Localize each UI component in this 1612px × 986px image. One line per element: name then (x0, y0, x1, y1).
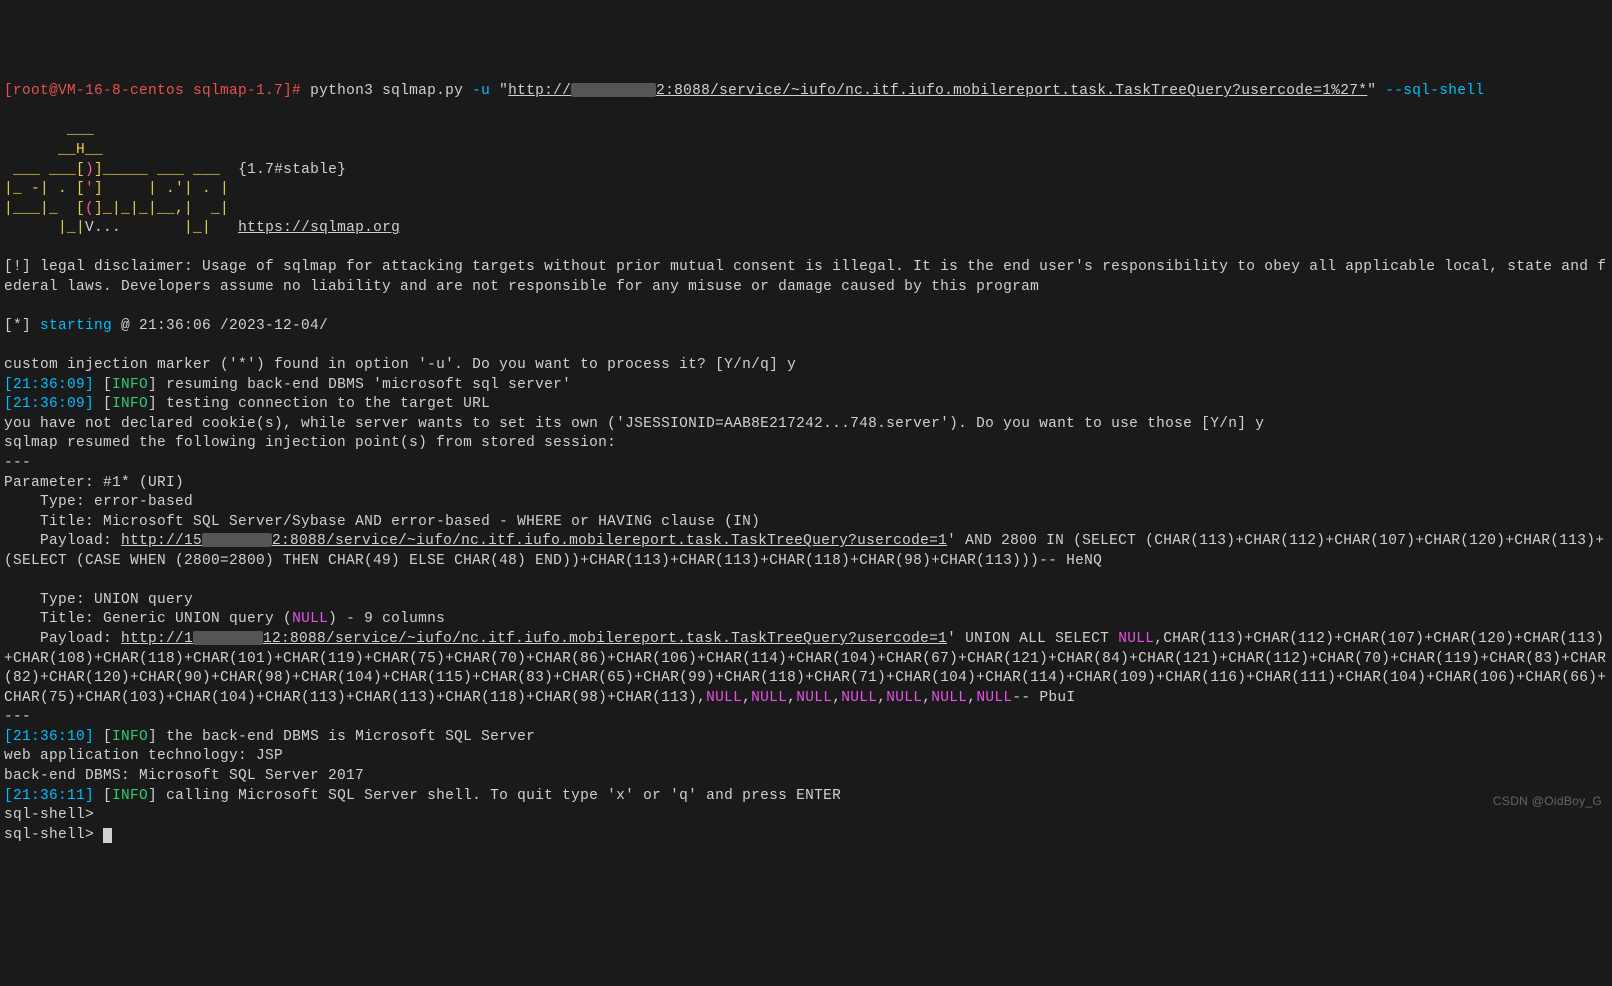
null-keyword: NULL (706, 690, 742, 706)
ascii-logo-accent: ' (85, 181, 94, 197)
payload-end: -- PbuI (1012, 690, 1075, 706)
version-label: {1.7#stable} (220, 162, 346, 178)
resumed-msg: sqlmap resumed the following injection p… (4, 435, 616, 451)
calling-shell: calling Microsoft SQL Server shell. To q… (157, 788, 841, 804)
cookie-prompt: you have not declared cookie(s), while s… (4, 416, 1264, 432)
payload-url: http://112:8088/service/~iufo/nc.itf.iuf… (121, 631, 947, 647)
ascii-logo-line: |___|_ [ (4, 201, 85, 217)
separator: --- (4, 455, 31, 471)
info-tag: INFO (112, 396, 148, 412)
ascii-logo-line: ___ ___[ (4, 162, 85, 178)
command-text: python3 sqlmap.py (310, 83, 472, 99)
null-keyword: NULL (886, 690, 922, 706)
timestamp: [21:36:10] (4, 729, 94, 745)
payload-label: Payload: (4, 631, 121, 647)
flag-sql-shell: --sql-shell (1385, 83, 1484, 99)
starting-time: @ 21:36:06 /2023-12-04/ (112, 318, 328, 334)
watermark: CSDN @OidBoy_G (1493, 793, 1602, 809)
ascii-logo-accent: ) (85, 162, 94, 178)
title-union-a: Title: Generic UNION query ( (4, 611, 292, 627)
info-tag: INFO (112, 377, 148, 393)
null-keyword: NULL (292, 611, 328, 627)
title-error-based: Title: Microsoft SQL Server/Sybase AND e… (4, 514, 760, 530)
ascii-logo-line: ] | .'| . | (94, 181, 229, 197)
separator: --- (4, 709, 31, 725)
log-resuming: resuming back-end DBMS 'microsoft sql se… (157, 377, 571, 393)
parameter-line: Parameter: #1* (URI) (4, 475, 184, 491)
log-testing: testing connection to the target URL (157, 396, 490, 412)
ascii-logo-line: ]_|_|_|__,| _| (94, 201, 229, 217)
custom-marker-prompt: custom injection marker ('*') found in o… (4, 357, 796, 373)
type-union: Type: UNION query (4, 592, 193, 608)
shell-prompt: [root@VM-16-8-centos sqlmap-1.7]# (4, 83, 310, 99)
info-tag: INFO (112, 788, 148, 804)
null-keyword: NULL (751, 690, 787, 706)
backend-msg: the back-end DBMS is Microsoft SQL Serve… (157, 729, 535, 745)
timestamp: [21:36:09] (4, 377, 94, 393)
null-keyword: NULL (931, 690, 967, 706)
starting-label: starting (40, 318, 112, 334)
null-keyword: NULL (976, 690, 1012, 706)
payload-union-a: ' UNION ALL SELECT (947, 631, 1118, 647)
timestamp: [21:36:11] (4, 788, 94, 804)
target-url: http://2:8088/service/~iufo/nc.itf.iufo.… (508, 83, 1367, 99)
ascii-logo-line: __H__ (4, 142, 103, 158)
null-keyword: NULL (841, 690, 877, 706)
terminal-output[interactable]: [root@VM-16-8-centos sqlmap-1.7]# python… (4, 82, 1608, 845)
ascii-logo-line: |_| (121, 220, 238, 236)
disclaimer-text: [!] legal disclaimer: Usage of sqlmap fo… (4, 259, 1606, 295)
cursor (103, 828, 112, 843)
payload-url: http://152:8088/service/~iufo/nc.itf.iuf… (121, 533, 947, 549)
title-union-b: ) - 9 columns (328, 611, 445, 627)
sql-shell-prompt[interactable]: sql-shell> (4, 827, 103, 843)
webapp-tech: web application technology: JSP (4, 748, 283, 764)
info-tag: INFO (112, 729, 148, 745)
ascii-logo-v: V... (85, 220, 121, 236)
sqlmap-url: https://sqlmap.org (238, 220, 400, 236)
type-error-based: Type: error-based (4, 494, 193, 510)
timestamp: [21:36:09] (4, 396, 94, 412)
ascii-logo-line: |_ -| . [ (4, 181, 85, 197)
payload-label: Payload: (4, 533, 121, 549)
flag-u: -u (472, 83, 490, 99)
backend-dbms: back-end DBMS: Microsoft SQL Server 2017 (4, 768, 364, 784)
ascii-logo-line: ]_____ ___ ___ (94, 162, 220, 178)
null-keyword: NULL (796, 690, 832, 706)
ascii-logo-line: |_| (4, 220, 85, 236)
null-keyword: NULL (1118, 631, 1154, 647)
sql-shell-prompt: sql-shell> (4, 807, 103, 823)
ascii-logo-line: ___ (4, 122, 94, 138)
ascii-logo-accent: ( (85, 201, 94, 217)
